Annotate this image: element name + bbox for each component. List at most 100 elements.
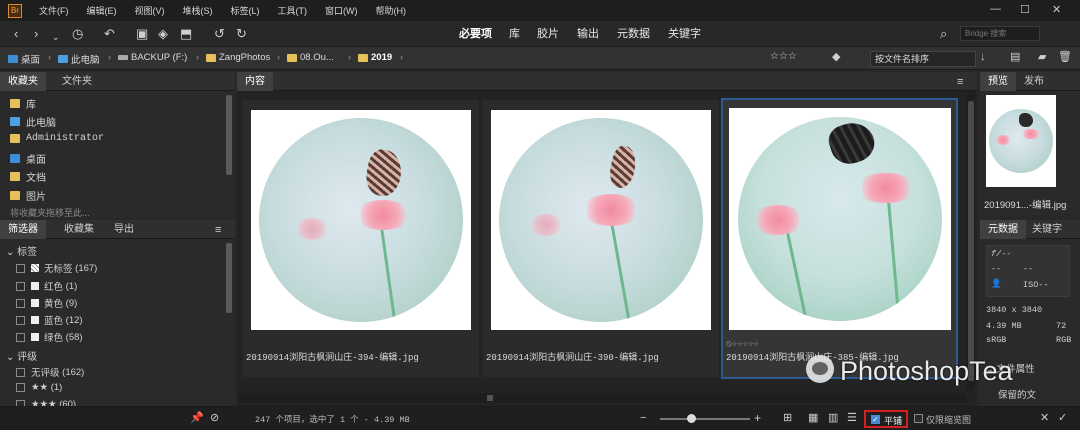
menu-file[interactable]: 文件(F)	[30, 4, 78, 17]
filter-two-stars[interactable]: ★★ (1)	[16, 382, 62, 393]
scroll-thumb[interactable]	[226, 243, 232, 313]
filter-green[interactable]: 绿色 (58)	[16, 330, 83, 344]
tab-export[interactable]: 导出	[106, 220, 142, 239]
rating-section[interactable]: ⌄ 评级	[6, 348, 37, 363]
favorite-library[interactable]: 库	[10, 96, 36, 111]
menu-window[interactable]: 窗口(W)	[316, 4, 367, 17]
minimize-button[interactable]: —	[990, 3, 1001, 15]
crumb-2019[interactable]: 2019	[358, 52, 392, 63]
tab-keywords[interactable]: 关键字	[1024, 220, 1070, 239]
refine-icon[interactable]: ◈	[158, 26, 168, 42]
favorite-this-pc[interactable]: 此电脑	[10, 114, 56, 129]
thumbnail-only-checkbox[interactable]	[914, 414, 923, 423]
workspace-essentials[interactable]: 必要项	[452, 26, 499, 42]
menu-tools[interactable]: 工具(T)	[269, 4, 317, 17]
menu-help[interactable]: 帮助(H)	[367, 4, 416, 17]
tab-publish[interactable]: 发布	[1016, 72, 1052, 91]
thumbnail-cell[interactable]: 20190914浏阳古枫涧山庄-390-编辑.jpg	[483, 100, 719, 377]
rotate-right-icon[interactable]: ↻	[236, 26, 247, 42]
crumb-zangphotos[interactable]: ZangPhotos	[206, 52, 270, 63]
recent-icon[interactable]: ◷	[72, 26, 83, 42]
menu-stack[interactable]: 堆栈(S)	[174, 4, 222, 17]
content-hscrollbar[interactable]	[237, 393, 967, 403]
menu-view[interactable]: 视图(V)	[126, 4, 174, 17]
workspace-metadata[interactable]: 元数据	[610, 26, 657, 42]
tile-toggle[interactable]: ✓ 平铺	[864, 410, 908, 428]
tab-favorites[interactable]: 收藏夹	[0, 72, 46, 91]
confirm-icon[interactable]: ✓	[1058, 410, 1067, 426]
crumb-this-pc[interactable]: 此电脑	[58, 52, 100, 66]
workspace-keywords[interactable]: 关键字	[661, 26, 708, 42]
close-window-button[interactable]: ✕	[1052, 3, 1061, 16]
thumbnail-view-icon[interactable]: ▦	[808, 410, 818, 426]
list-view-icon[interactable]: ☰	[847, 410, 857, 426]
menu-edit[interactable]: 编辑(E)	[78, 4, 126, 17]
checkbox[interactable]	[16, 281, 25, 291]
rating-stars[interactable]: ⦸☆☆☆☆☆	[726, 339, 759, 349]
grid-lock-icon[interactable]: ⊞	[783, 410, 792, 426]
checkbox[interactable]	[16, 367, 25, 377]
folder-icon[interactable]: ▰	[1038, 49, 1046, 65]
favorite-desktop[interactable]: 桌面	[10, 151, 46, 166]
label-section[interactable]: ⌄ 标签	[6, 243, 37, 258]
tab-filter[interactable]: 筛选器	[0, 220, 46, 239]
crumb-desktop[interactable]: 桌面	[8, 52, 40, 66]
cancel-icon[interactable]: ✕	[1040, 410, 1049, 426]
zoom-out-icon[interactable]: −	[640, 410, 646, 426]
forward-arrow-icon[interactable]: ›	[34, 26, 38, 42]
preview-image[interactable]	[986, 95, 1056, 187]
thumbnail-cell-selected[interactable]: ⦸☆☆☆☆☆ 20190914浏阳古枫涧山庄-385-编辑.jpg	[721, 98, 958, 379]
open-with-icon[interactable]: ⬒	[180, 26, 192, 42]
content-scrollbar[interactable]	[967, 91, 975, 391]
checkbox-checked-icon[interactable]: ✓	[871, 415, 880, 424]
crumb-outing[interactable]: 08.Ou...	[287, 52, 334, 63]
search-input[interactable]: Bridge 搜索	[960, 26, 1040, 41]
new-folder-icon[interactable]: ▤	[1010, 49, 1020, 65]
filter-blue[interactable]: 蓝色 (12)	[16, 313, 83, 327]
rotate-left-icon[interactable]: ↺	[214, 26, 225, 42]
tab-preview[interactable]: 预览	[980, 72, 1016, 91]
favorite-administrator[interactable]: Administrator	[10, 133, 104, 144]
thumbnail-size-slider[interactable]	[660, 418, 750, 420]
filter-no-rating[interactable]: 无评级 (162)	[16, 365, 84, 379]
tab-content[interactable]: 内容	[237, 72, 273, 91]
favorite-pictures[interactable]: 图片	[10, 188, 46, 203]
crumb-drive[interactable]: BACKUP (F:)	[118, 52, 187, 63]
zoom-in-icon[interactable]: +	[754, 410, 761, 426]
tab-folders[interactable]: 文件夹	[54, 72, 100, 91]
thumbnail-image[interactable]	[251, 110, 471, 330]
workspace-filmstrip[interactable]: 胶片	[530, 26, 566, 42]
filter-red[interactable]: 红色 (1)	[16, 279, 77, 293]
tab-metadata[interactable]: 元数据	[980, 220, 1026, 239]
checkbox[interactable]	[16, 332, 25, 342]
clear-filter-icon[interactable]: ⊘	[210, 410, 219, 426]
details-view-icon[interactable]: ▥	[828, 410, 838, 426]
camera-icon[interactable]: ▣	[136, 26, 148, 42]
favorite-documents[interactable]: 文档	[10, 169, 46, 184]
thumbnail-image[interactable]	[729, 108, 951, 330]
filter-scrollbar[interactable]	[225, 243, 233, 403]
rating-filter-icon[interactable]: ☆☆☆	[770, 49, 797, 65]
thumbnail-cell[interactable]: 20190914浏阳古枫涧山庄-394-编辑.jpg	[243, 100, 479, 377]
sort-direction-icon[interactable]: ↓	[980, 49, 986, 65]
filter-yellow[interactable]: 黄色 (9)	[16, 296, 77, 310]
favorites-scrollbar[interactable]	[225, 95, 233, 215]
scroll-thumb[interactable]	[487, 395, 493, 401]
checkbox[interactable]	[16, 263, 25, 273]
pin-icon[interactable]: 📌	[190, 410, 204, 426]
search-icon[interactable]: ⌕	[940, 26, 947, 42]
sort-select[interactable]: 按文件名排序	[870, 51, 976, 67]
panel-menu-icon[interactable]: ≡	[957, 74, 963, 90]
checkbox[interactable]	[16, 383, 25, 392]
checkbox[interactable]	[16, 298, 25, 308]
back-arrow-icon[interactable]: ‹	[14, 26, 18, 42]
boomerang-icon[interactable]: ↶	[104, 26, 115, 42]
panel-menu-icon[interactable]: ≡	[215, 222, 221, 238]
chevron-down-icon[interactable]: ⌄	[52, 29, 60, 45]
checkbox[interactable]	[16, 315, 25, 325]
trash-icon[interactable]: 🗑	[1058, 49, 1072, 65]
restore-button[interactable]: ☐	[1020, 3, 1030, 16]
scroll-thumb[interactable]	[226, 95, 232, 175]
menu-label[interactable]: 标签(L)	[222, 4, 269, 17]
filter-no-label[interactable]: 无标签 (167)	[16, 261, 97, 275]
